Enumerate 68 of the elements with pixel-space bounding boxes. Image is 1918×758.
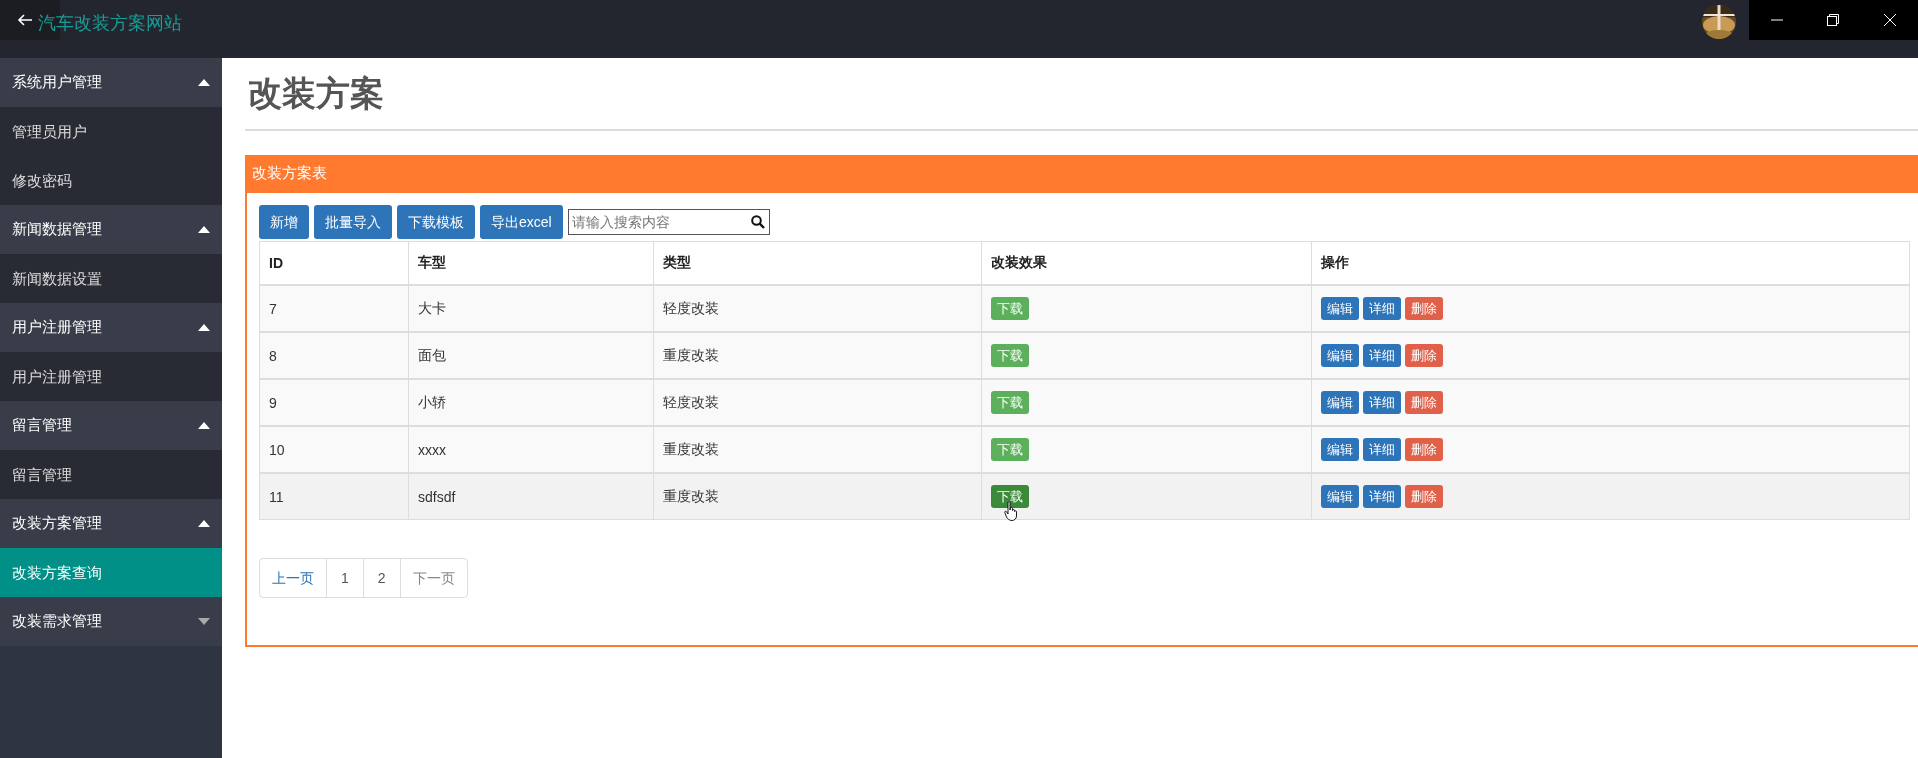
caret-icon: [198, 79, 210, 86]
sidebar-group[interactable]: 改装需求管理: [0, 597, 222, 646]
group-label: 改装需求管理: [12, 612, 102, 631]
action-button[interactable]: 详细: [1363, 438, 1401, 461]
caret-icon: [198, 324, 210, 331]
action-button[interactable]: 详细: [1363, 297, 1401, 320]
download-button[interactable]: 下载: [991, 485, 1029, 508]
download-button[interactable]: 下载: [991, 344, 1029, 367]
table-cell-text: 8: [268, 346, 278, 366]
pagination-link[interactable]: 1: [326, 559, 363, 597]
sidebar-item[interactable]: 留言管理: [0, 450, 222, 499]
toolbar-button[interactable]: 新增: [259, 205, 309, 239]
toolbar-button[interactable]: 导出excel: [480, 205, 563, 239]
action-button[interactable]: 删除: [1405, 485, 1443, 508]
restore-icon[interactable]: [1827, 14, 1840, 26]
table-cell: 重度改装: [653, 474, 981, 519]
sidebar-item[interactable]: 新闻数据设置: [0, 254, 222, 303]
close-icon[interactable]: [1883, 14, 1896, 26]
caret-icon: [198, 618, 210, 625]
search-icon[interactable]: [750, 215, 765, 229]
table-cell-text: 11: [268, 487, 285, 507]
sidebar-group[interactable]: 留言管理: [0, 401, 222, 450]
sidebar-group[interactable]: 改装方案管理: [0, 499, 222, 548]
action-button[interactable]: 编辑: [1321, 297, 1359, 320]
caret-icon: [198, 520, 210, 527]
action-button[interactable]: 详细: [1363, 344, 1401, 367]
action-button[interactable]: 详细: [1363, 391, 1401, 414]
sidebar-group[interactable]: 用户注册管理: [0, 303, 222, 352]
sidebar-group[interactable]: 新闻数据管理: [0, 205, 222, 254]
pagination-link[interactable]: 上一页: [260, 559, 326, 597]
group-label: 改装方案管理: [12, 514, 102, 533]
action-button[interactable]: 删除: [1405, 391, 1443, 414]
caret-icon: [198, 226, 210, 233]
group-label: 留言管理: [12, 416, 72, 435]
sidebar-group[interactable]: 系统用户管理: [0, 58, 222, 107]
action-button[interactable]: 删除: [1405, 344, 1443, 367]
panel-header: 改装方案表: [247, 157, 1918, 193]
download-button[interactable]: 下载: [991, 297, 1029, 320]
site-title: 汽车改装方案网站: [38, 12, 182, 35]
action-button[interactable]: 编辑: [1321, 344, 1359, 367]
toolbar-button[interactable]: 下载模板: [397, 205, 475, 239]
table-cell-text: 10: [268, 440, 286, 460]
table-cell: sdfsdf: [408, 474, 653, 519]
search-field[interactable]: 请输入搜索内容: [567, 209, 770, 235]
column-header: ID: [268, 254, 284, 273]
table-cell-text: 9: [268, 393, 278, 413]
action-button[interactable]: 删除: [1405, 438, 1443, 461]
caret-icon: [198, 422, 210, 429]
pagination-link[interactable]: 2: [362, 559, 400, 597]
hand-cursor-icon: [1004, 501, 1018, 521]
download-button[interactable]: 下载: [991, 391, 1029, 414]
sidebar-item[interactable]: 改装方案查询: [0, 548, 222, 597]
action-button[interactable]: 详细: [1363, 485, 1401, 508]
group-label: 系统用户管理: [12, 73, 102, 92]
sidebar-item[interactable]: 用户注册管理: [0, 352, 222, 401]
page-title: 改装方案: [245, 58, 1918, 131]
group-label: 新闻数据管理: [12, 220, 102, 239]
table-cell-text: 7: [268, 299, 278, 319]
download-button[interactable]: 下载: [991, 438, 1029, 461]
action-button[interactable]: 编辑: [1321, 485, 1359, 508]
back-arrow-icon[interactable]: [17, 12, 33, 28]
group-label: 用户注册管理: [12, 318, 102, 337]
sidebar-item[interactable]: 管理员用户: [0, 107, 222, 156]
action-button[interactable]: 编辑: [1321, 438, 1359, 461]
sidebar-item[interactable]: 修改密码: [0, 156, 222, 205]
action-button[interactable]: 编辑: [1321, 391, 1359, 414]
action-button[interactable]: 删除: [1405, 297, 1443, 320]
toolbar-button[interactable]: 批量导入: [314, 205, 392, 239]
